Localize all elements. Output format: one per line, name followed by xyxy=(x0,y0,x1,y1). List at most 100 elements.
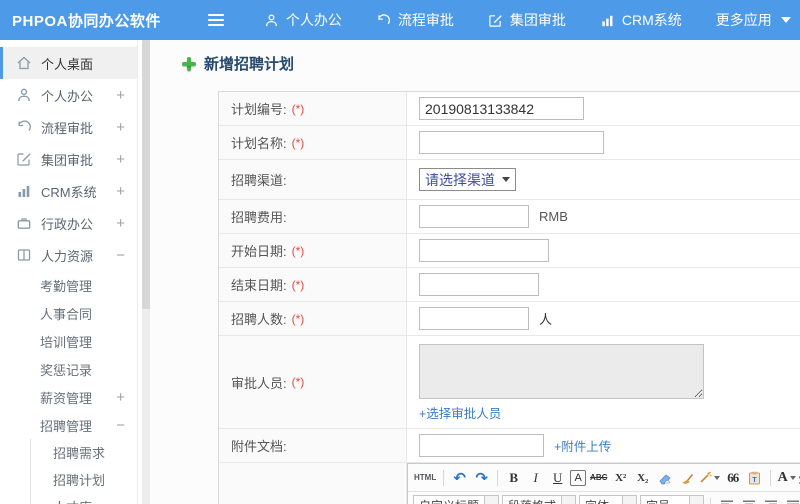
nav-more-apps[interactable]: 更多应用 xyxy=(716,10,791,30)
nav-label: 更多应用 xyxy=(715,12,772,28)
sidebar-item-hr[interactable]: 人力资源 − xyxy=(0,239,137,271)
sidebar-item-label: 行政办公 xyxy=(41,216,94,232)
person-icon xyxy=(264,13,279,28)
expand-icon[interactable]: + xyxy=(116,183,125,200)
caret-down-icon xyxy=(714,475,721,480)
expand-icon[interactable]: + xyxy=(116,215,125,232)
form-row-headcount: 招聘人数: (*) 人 xyxy=(219,302,800,336)
sidebar-item-salary[interactable]: 薪资管理 + xyxy=(0,383,137,411)
bar-chart-icon xyxy=(16,183,32,199)
nav-personal-office[interactable]: 个人办公 xyxy=(264,10,342,30)
undo-icon[interactable]: ↶ xyxy=(450,467,469,488)
align-center-icon[interactable] xyxy=(739,495,758,504)
subscript-button[interactable]: X₂ xyxy=(633,467,652,488)
upload-attachment-link[interactable]: +附件上传 xyxy=(554,436,611,455)
sidebar-item-crm[interactable]: CRM系统 + xyxy=(0,175,137,207)
recruit-submenu: 招聘需求 招聘计划 人才库 xyxy=(30,439,137,504)
align-right-icon[interactable] xyxy=(761,495,780,504)
caret-down-icon xyxy=(789,475,796,480)
format-painter-icon[interactable] xyxy=(699,467,721,488)
sidebar-item-label: 个人办公 xyxy=(41,88,94,104)
nav-crm-system[interactable]: CRM系统 xyxy=(600,10,682,30)
expand-icon[interactable]: + xyxy=(116,389,125,406)
page-title: 新增招聘计划 xyxy=(182,53,800,74)
font-family-dropdown[interactable]: 字体 xyxy=(579,495,638,504)
sidebar-item-admin-office[interactable]: 行政办公 + xyxy=(0,207,137,239)
required-mark: (*) xyxy=(291,101,305,116)
form-row-approver: 审批人员: (*) +选择审批人员 xyxy=(219,336,800,429)
nav-workflow-approval[interactable]: 流程审批 xyxy=(376,10,454,30)
custom-heading-dropdown[interactable]: 自定义标题 xyxy=(413,495,500,504)
expand-icon[interactable]: + xyxy=(116,87,125,104)
expand-icon[interactable]: + xyxy=(116,119,125,136)
paste-as-text-icon[interactable]: T xyxy=(745,467,764,488)
plan-name-input[interactable] xyxy=(419,131,604,154)
expand-icon[interactable]: + xyxy=(116,151,125,168)
top-nav: 个人办公 流程审批 集团审批 CRM系统 更多应用 xyxy=(264,10,791,30)
nav-label: 个人办公 xyxy=(285,12,342,28)
align-justify-icon[interactable] xyxy=(783,495,800,504)
sidebar-item-personal-office[interactable]: 个人办公 + xyxy=(0,79,137,111)
approver-textarea[interactable] xyxy=(419,344,704,399)
sidebar-item-label: 人力资源 xyxy=(41,248,94,264)
sidebar-item-attendance[interactable]: 考勤管理 xyxy=(0,271,137,299)
sidebar-item-training[interactable]: 培训管理 xyxy=(0,327,137,355)
attachment-input[interactable] xyxy=(419,434,544,457)
clean-format-brush-icon[interactable] xyxy=(677,467,696,488)
sidebar-item-label: CRM系统 xyxy=(41,184,97,200)
start-date-input[interactable] xyxy=(419,239,549,262)
sidebar-item-group-approval[interactable]: 集团审批 + xyxy=(0,143,137,175)
plus-icon xyxy=(182,56,196,71)
nav-group-approval[interactable]: 集团审批 xyxy=(488,10,566,30)
scrollbar-thumb[interactable] xyxy=(142,40,150,310)
plan-no-input[interactable] xyxy=(419,97,584,120)
page-title-text: 新增招聘计划 xyxy=(204,56,295,73)
fee-input[interactable] xyxy=(419,205,529,228)
collapse-icon[interactable]: − xyxy=(116,247,125,264)
bold-button[interactable]: B xyxy=(504,467,523,488)
html-source-button[interactable]: HTML xyxy=(413,467,437,488)
paragraph-format-dropdown[interactable]: 段落格式 xyxy=(502,495,577,504)
italic-button[interactable]: I xyxy=(526,467,545,488)
redo-icon[interactable]: ↷ xyxy=(472,467,491,488)
font-color-button[interactable]: A xyxy=(777,467,796,488)
form-row-content-editor: HTML ↶ ↷ B I U A ABC X² X₂ 66 T A xyxy=(219,463,800,504)
field-label: 审批人员: xyxy=(231,375,287,391)
book-icon xyxy=(16,247,32,263)
svg-text:T: T xyxy=(753,477,758,484)
required-mark: (*) xyxy=(291,243,305,258)
sidebar-item-workflow-approval[interactable]: 流程审批 + xyxy=(0,111,137,143)
channel-select[interactable]: 请选择渠道 xyxy=(419,168,516,191)
sidebar-item-rewards[interactable]: 奖惩记录 xyxy=(0,355,137,383)
hamburger-menu-icon[interactable] xyxy=(207,14,224,26)
font-size-dropdown[interactable]: 字号 xyxy=(640,495,705,504)
align-left-icon[interactable] xyxy=(717,495,736,504)
underline-button[interactable]: U xyxy=(548,467,567,488)
sidebar-item-desktop[interactable]: 个人桌面 xyxy=(0,47,137,79)
strikethrough-button[interactable]: ABC xyxy=(589,467,608,488)
sidebar: 个人桌面 个人办公 + 流程审批 + 集团审批 + CRM系统 + 行政办公 +… xyxy=(0,40,138,504)
sidebar-item-recruit-mgmt[interactable]: 招聘管理 − xyxy=(0,411,137,439)
blockquote-button[interactable]: 66 xyxy=(723,467,742,488)
eraser-icon[interactable] xyxy=(655,467,674,488)
form-row-plan-no: 计划编号: (*) xyxy=(219,92,800,126)
app-brand: PHPOA协同办公软件 xyxy=(12,12,161,30)
sidebar-item-talent-pool[interactable]: 人才库 xyxy=(31,493,137,504)
choose-approver-link[interactable]: +选择审批人员 xyxy=(419,403,501,422)
sidebar-item-label: 个人桌面 xyxy=(41,56,94,72)
required-mark: (*) xyxy=(291,311,305,326)
sidebar-item-recruit-demand[interactable]: 招聘需求 xyxy=(31,439,137,466)
nav-label: 流程审批 xyxy=(397,12,454,28)
form-row-plan-name: 计划名称: (*) xyxy=(219,126,800,160)
collapse-icon[interactable]: − xyxy=(116,417,125,434)
font-style-button[interactable]: A xyxy=(570,469,587,486)
headcount-unit: 人 xyxy=(539,312,553,327)
superscript-button[interactable]: X² xyxy=(611,467,630,488)
sidebar-item-recruit-plan[interactable]: 招聘计划 xyxy=(31,466,137,493)
field-label: 计划编号: xyxy=(231,102,287,117)
end-date-input[interactable] xyxy=(419,273,539,296)
sidebar-item-hr-contract[interactable]: 人事合同 xyxy=(0,299,137,327)
headcount-input[interactable] xyxy=(419,307,529,330)
field-label: 计划名称: xyxy=(231,136,287,151)
page-body: 个人桌面 个人办公 + 流程审批 + 集团审批 + CRM系统 + 行政办公 +… xyxy=(0,40,800,504)
